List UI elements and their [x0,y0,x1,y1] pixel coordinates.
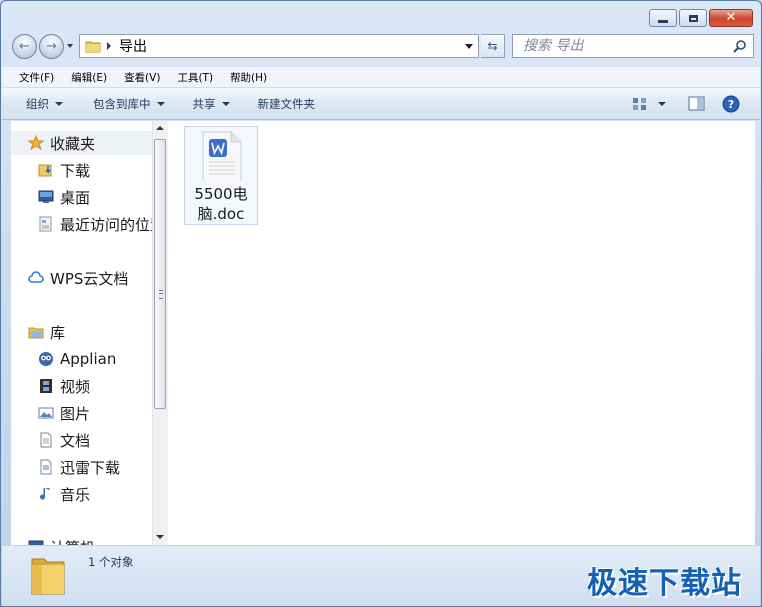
explorer-window: ✕ ← → 导出 ⇆ 文件(F) 编辑(E) 查看(V) 工具(T) 帮助(H)… [0,0,762,607]
back-button[interactable]: ← [12,34,37,59]
nav-libraries-label: 库 [50,323,66,342]
forward-button[interactable]: → [39,34,64,59]
download-folder-icon [38,459,54,475]
new-folder-button[interactable]: 新建文件夹 [248,96,326,112]
grip-icon [159,290,163,299]
arrow-right-icon: → [46,39,57,54]
nav-item-label: 音乐 [60,485,91,504]
watermark-logo: 极速下载站 [587,566,742,601]
nav-computer-label: 计算机 [50,537,95,546]
wps-word-doc-icon [202,131,242,181]
download-folder-icon [38,162,54,178]
nav-item-label: 视频 [60,377,91,396]
include-in-library-button[interactable]: 包含到库中 [83,96,175,112]
include-in-library-label: 包含到库中 [93,96,151,111]
close-button[interactable]: ✕ [709,9,753,27]
nav-item-pictures[interactable]: 图片 [11,401,90,425]
picture-icon [38,405,54,421]
chevron-down-icon [221,101,230,106]
address-bar[interactable]: 导出 [79,34,479,58]
share-button[interactable]: 共享 [183,96,240,112]
organize-button[interactable]: 组织 [2,96,73,112]
menu-view[interactable]: 查看(V) [114,70,167,85]
recent-pages-dropdown-icon[interactable] [67,44,73,48]
nav-item-music[interactable]: 音乐 [11,482,90,506]
menu-file[interactable]: 文件(F) [2,70,61,85]
nav-item-recent-places[interactable]: 最近访问的位置 [11,212,152,236]
nav-computer[interactable]: 计算机 [11,535,95,545]
search-input[interactable] [513,36,733,56]
refresh-button[interactable]: ⇆ [481,34,505,58]
share-label: 共享 [192,96,216,111]
svg-text:?: ? [728,98,734,111]
help-icon[interactable]: ? [722,95,740,113]
recent-places-icon [38,216,54,232]
minimize-button[interactable] [649,9,677,27]
film-icon [38,378,54,394]
nav-wps-cloud[interactable]: WPS云文档 [11,266,128,290]
nav-item-videos[interactable]: 视频 [11,374,90,398]
search-box [512,34,754,58]
document-icon [38,432,54,448]
cloud-icon [28,270,44,286]
folder-icon [85,41,101,53]
change-view-icon[interactable] [632,96,648,112]
nav-wps-cloud-label: WPS云文档 [50,269,129,288]
chevron-down-icon [156,101,165,106]
folder-icon [31,558,65,595]
file-name: 5500电脑.doc [194,185,248,223]
menu-tools[interactable]: 工具(T) [167,70,220,85]
preview-pane-icon[interactable] [688,96,706,112]
desktop-icon [38,189,54,205]
view-options: ? [632,95,760,113]
library-icon [28,324,44,340]
maximize-button[interactable] [679,9,707,27]
nav-item-label: 下载 [60,161,91,180]
music-note-icon [38,486,54,502]
nav-favorites[interactable]: 收藏夹 [11,131,152,155]
arrow-left-icon: ← [19,39,30,54]
search-icon[interactable] [733,39,747,53]
breadcrumb-separator-icon[interactable] [107,42,111,50]
organize-label: 组织 [26,96,49,111]
navigation-pane-scrollbar[interactable] [152,121,168,545]
scroll-up-arrow-icon[interactable] [156,126,164,130]
nav-item-applian[interactable]: Applian [11,347,116,371]
nav-item-documents[interactable]: 文档 [11,428,90,452]
close-icon: ✕ [725,10,737,25]
owl-icon [38,351,54,367]
nav-item-label: 迅雷下载 [60,458,121,477]
nav-item-label: Applian [60,350,117,368]
nav-libraries[interactable]: 库 [11,320,65,344]
star-icon [28,135,44,151]
file-list-area[interactable]: 5500电脑.doc [168,121,755,545]
view-dropdown-icon[interactable] [658,101,666,106]
minimize-icon [658,19,668,23]
navigation-pane: 收藏夹 下载 桌面 最近访问的位置 WPS云文档 库 Applian 视频 [11,121,152,545]
computer-icon [28,539,44,545]
nav-item-label: 文档 [60,431,91,450]
nav-item-label: 桌面 [60,188,91,207]
nav-item-label: 最近访问的位置 [60,215,152,234]
nav-item-thunder-downloads[interactable]: 迅雷下载 [11,455,120,479]
refresh-icon: ⇆ [487,39,498,53]
command-bar: 组织 包含到库中 共享 新建文件夹 ? [2,88,760,120]
maximize-icon [688,14,698,22]
address-history-dropdown-icon[interactable] [465,43,473,49]
file-item[interactable]: 5500电脑.doc [184,126,258,225]
nav-favorites-label: 收藏夹 [50,134,96,153]
menu-bar: 文件(F) 编辑(E) 查看(V) 工具(T) 帮助(H) [2,67,760,88]
details-pane: 1 个对象 极速下载站 [2,546,760,606]
menu-edit[interactable]: 编辑(E) [61,70,114,85]
scroll-down-arrow-icon[interactable] [156,535,164,539]
nav-item-label: 图片 [60,404,91,423]
window-controls: ✕ [647,9,753,27]
chevron-down-icon [55,101,63,106]
menu-help[interactable]: 帮助(H) [220,70,274,85]
nav-item-downloads[interactable]: 下载 [11,158,90,182]
item-count: 1 个对象 [88,555,134,569]
breadcrumb-current-folder[interactable]: 导出 [119,36,147,56]
nav-item-desktop[interactable]: 桌面 [11,185,90,209]
scrollbar-thumb[interactable] [154,139,166,409]
